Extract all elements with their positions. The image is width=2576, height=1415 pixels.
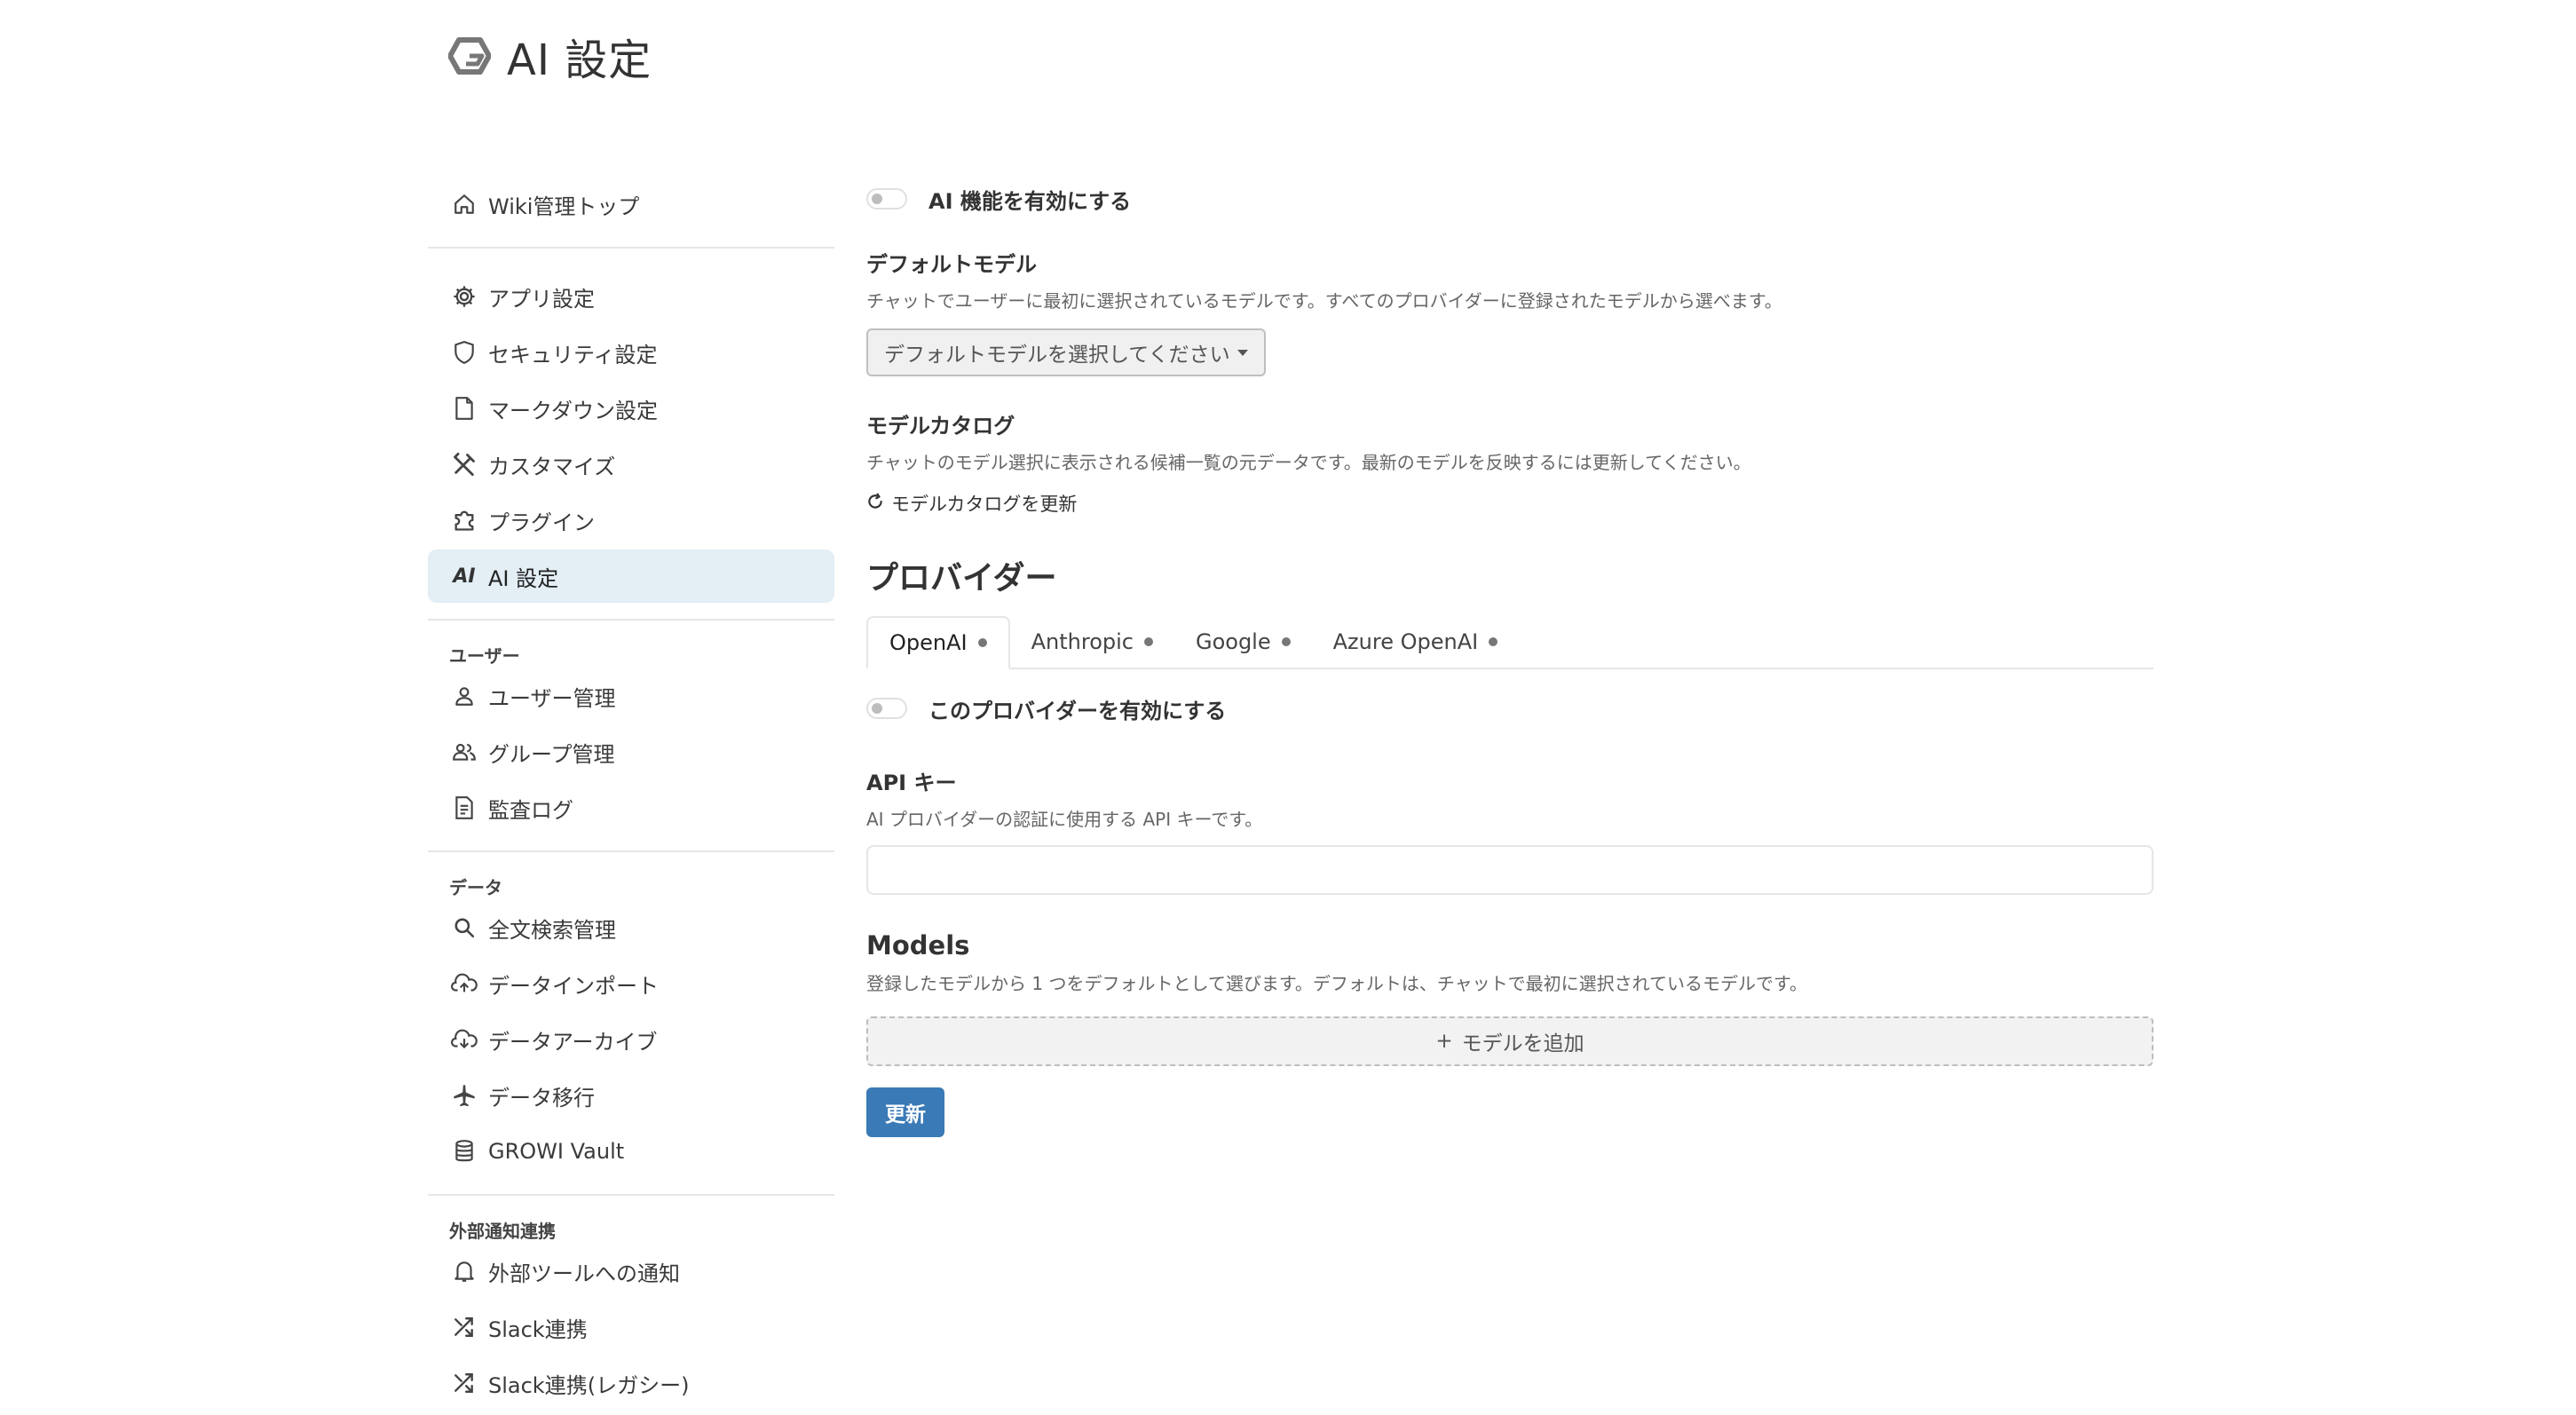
sidebar-item-app-settings[interactable]: アプリ設定 (428, 270, 834, 323)
refresh-catalog-button[interactable]: モデルカタログを更新 (866, 490, 2153, 517)
tab-openai-label: OpenAI (889, 630, 968, 655)
caret-down-icon (1237, 349, 1248, 356)
default-model-select[interactable]: デフォルトモデルを選択してください (866, 328, 1266, 376)
sidebar-section-external: 外部通知連携 (449, 1221, 556, 1242)
cloud-upload-icon (449, 968, 479, 999)
log-icon (449, 793, 479, 823)
sidebar-divider (428, 850, 834, 852)
provider-tabs: OpenAI Anthropic Google Azure OpenAI (866, 614, 2153, 669)
sidebar-section-data: データ (449, 877, 502, 898)
add-model-button[interactable]: + モデルを追加 (866, 1016, 2153, 1066)
tab-openai[interactable]: OpenAI (866, 616, 1010, 669)
provider-enable-label: このプロバイダーを有効にする (928, 698, 1227, 723)
search-icon (449, 913, 479, 943)
tools-icon (449, 449, 479, 479)
sidebar-item-ai-settings[interactable]: AI AI 設定 (428, 549, 834, 603)
default-model-title: デフォルトモデル (866, 252, 1037, 277)
sidebar-item-wiki-top[interactable]: Wiki管理トップ (428, 178, 834, 231)
group-icon (449, 737, 479, 767)
default-model-select-label: デフォルトモデルを選択してください (884, 344, 1230, 367)
sidebar-item-user-management[interactable]: ユーザー管理 (428, 669, 834, 723)
puzzle-icon (449, 505, 479, 535)
sidebar-divider (428, 1194, 834, 1196)
admin-page: AI 設定 Wiki管理トップ アプリ設定 セキュリティ設定 マークダウン設定 … (0, 0, 2576, 1415)
api-key-title: API キー (866, 771, 957, 795)
sidebar-item-markdown[interactable]: マークダウン設定 (428, 382, 834, 435)
tab-google[interactable]: Google (1174, 616, 1312, 668)
api-key-section: API キー AI プロバイダーの認証に使用する API キーです。 (866, 765, 2153, 895)
refresh-icon (866, 493, 884, 515)
ai-settings-panel: AI 機能を有効にする デフォルトモデル チャットでユーザーに最初に選択されてい… (866, 178, 2153, 1137)
tab-anthropic[interactable]: Anthropic (1010, 616, 1174, 668)
sidebar-item-data-import[interactable]: データインポート (428, 957, 834, 1010)
sidebar-section-users: ユーザー (449, 645, 520, 667)
ai-enable-switch[interactable] (866, 188, 907, 209)
home-icon (449, 189, 479, 219)
status-dot-icon (1143, 637, 1153, 646)
model-catalog-description: チャットのモデル選択に表示される候補一覧の元データです。最新のモデルを反映するに… (866, 452, 1751, 473)
add-model-label: モデルを追加 (1461, 1032, 1584, 1055)
models-section: Models 登録したモデルから 1 つをデフォルトとして選びます。デフォルトは… (866, 930, 2153, 1066)
ai-icon: AI (453, 565, 476, 588)
file-icon (449, 393, 479, 423)
api-key-description: AI プロバイダーの認証に使用する API キーです。 (866, 809, 1263, 830)
sidebar-item-data-migration[interactable]: データ移行 (428, 1069, 834, 1122)
default-model-description: チャットでユーザーに最初に選択されているモデルです。すべてのプロバイダーに登録さ… (866, 290, 1782, 312)
tab-anthropic-label: Anthropic (1031, 629, 1134, 654)
sidebar-item-security[interactable]: セキュリティ設定 (428, 326, 834, 379)
models-title: Models (866, 930, 970, 960)
tab-google-label: Google (1195, 629, 1271, 654)
provider-enable-row: このプロバイダーを有効にする (866, 687, 2153, 730)
bell-icon (449, 1256, 479, 1286)
providers-title: プロバイダー (866, 560, 1057, 597)
sidebar-item-fulltext-search[interactable]: 全文検索管理 (428, 901, 834, 954)
tab-azure-openai[interactable]: Azure OpenAI (1312, 616, 1520, 668)
ai-enable-label: AI 機能を有効にする (928, 188, 1132, 214)
shield-icon (449, 337, 479, 368)
airplane-icon (449, 1080, 479, 1111)
tab-azure-openai-label: Azure OpenAI (1332, 629, 1479, 654)
sidebar-item-plugins[interactable]: プラグイン (428, 494, 834, 547)
sidebar-item-group-management[interactable]: グループ管理 (428, 725, 834, 779)
status-dot-icon (977, 638, 987, 647)
model-catalog-section: モデルカタログ チャットのモデル選択に表示される候補一覧の元データです。最新のモ… (866, 408, 2153, 517)
sidebar-item-slack-legacy[interactable]: Slack連携(レガシー) (428, 1356, 834, 1410)
sidebar-item-slack[interactable]: Slack連携 (428, 1300, 834, 1354)
sidebar-item-audit-log[interactable]: 監査ログ (428, 781, 834, 834)
ai-enable-row: AI 機能を有効にする (866, 178, 2153, 220)
model-catalog-title: モデルカタログ (866, 414, 1015, 439)
update-button[interactable]: 更新 (866, 1087, 944, 1137)
default-model-section: デフォルトモデル チャットでユーザーに最初に選択されているモデルです。すべてのプ… (866, 247, 2153, 376)
providers-section: プロバイダー OpenAI Anthropic Google Azure Ope… (866, 552, 2153, 1137)
api-key-input[interactable] (866, 845, 2153, 895)
cloud-download-icon (449, 1024, 479, 1055)
refresh-catalog-label: モデルカタログを更新 (891, 494, 1078, 515)
plus-icon: + (1435, 1030, 1453, 1053)
sidebar-item-growi-vault[interactable]: GROWI Vault (428, 1125, 834, 1178)
database-icon (449, 1136, 479, 1166)
status-dot-icon (1489, 637, 1498, 646)
shuffle-icon (449, 1312, 479, 1342)
page-title: AI 設定 (507, 36, 652, 85)
status-dot-icon (1281, 637, 1291, 646)
models-description: 登録したモデルから 1 つをデフォルトとして選びます。デフォルトは、チャットで最… (866, 973, 1808, 994)
shuffle-icon (449, 1368, 479, 1398)
sidebar-item-customize[interactable]: カスタマイズ (428, 438, 834, 491)
provider-enable-switch[interactable] (866, 698, 907, 719)
user-icon (449, 681, 479, 711)
gear-icon (449, 281, 479, 312)
sidebar-item-external-notification[interactable]: 外部ツールへの通知 (428, 1245, 834, 1298)
growi-logo-icon (448, 36, 491, 75)
sidebar-divider (428, 247, 834, 249)
admin-sidebar: Wiki管理トップ アプリ設定 セキュリティ設定 マークダウン設定 カスタマイズ… (428, 178, 834, 1412)
sidebar-item-data-archive[interactable]: データアーカイブ (428, 1013, 834, 1066)
page-header: AI 設定 (448, 25, 652, 87)
sidebar-divider (428, 619, 834, 621)
